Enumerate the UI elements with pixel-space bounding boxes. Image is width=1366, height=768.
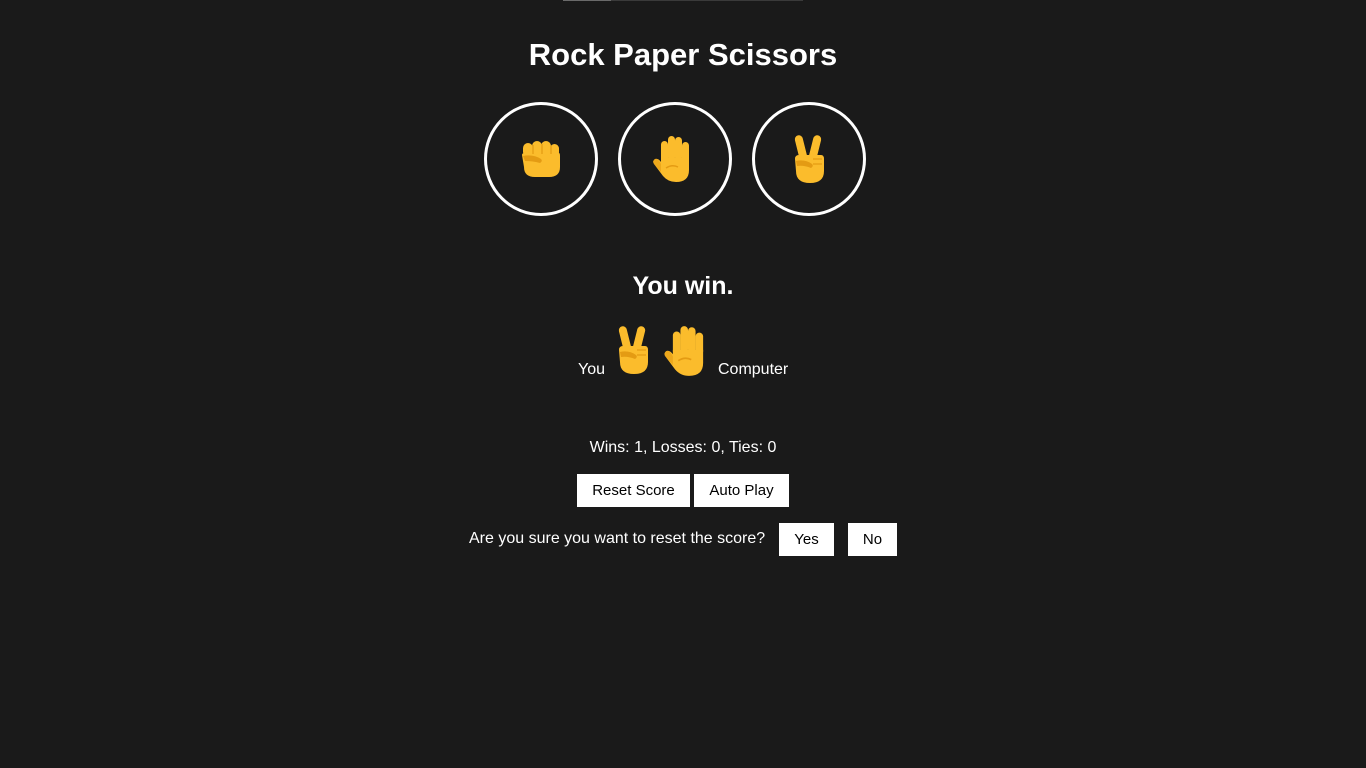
confirm-yes-button[interactable]: Yes [779,523,834,556]
top-scroll-thumb [563,0,611,1]
result-text: You win. [632,272,734,300]
page-title: Rock Paper Scissors [528,37,838,72]
auto-play-button[interactable]: Auto Play [694,474,789,507]
victory-hand-icon [789,133,829,185]
rock-move-button[interactable] [484,102,598,216]
paper-move-button[interactable] [618,102,732,216]
score-text: Wins: 1, Losses: 0, Ties: 0 [589,439,777,456]
played-moves: You Computer [0,324,1366,380]
computer-label: Computer [718,361,789,378]
scissors-move-button[interactable] [752,102,866,216]
raised-hand-icon [662,324,714,383]
confirm-no-button[interactable]: No [848,523,897,556]
raised-hand-icon [652,134,698,184]
victory-hand-icon [609,324,657,381]
top-scroll-indicator [563,0,803,1]
reset-score-button[interactable]: Reset Score [577,474,690,507]
reset-confirm-question: Are you sure you want to reset the score… [469,530,766,547]
fist-icon [519,139,563,179]
you-label: You [578,361,605,378]
